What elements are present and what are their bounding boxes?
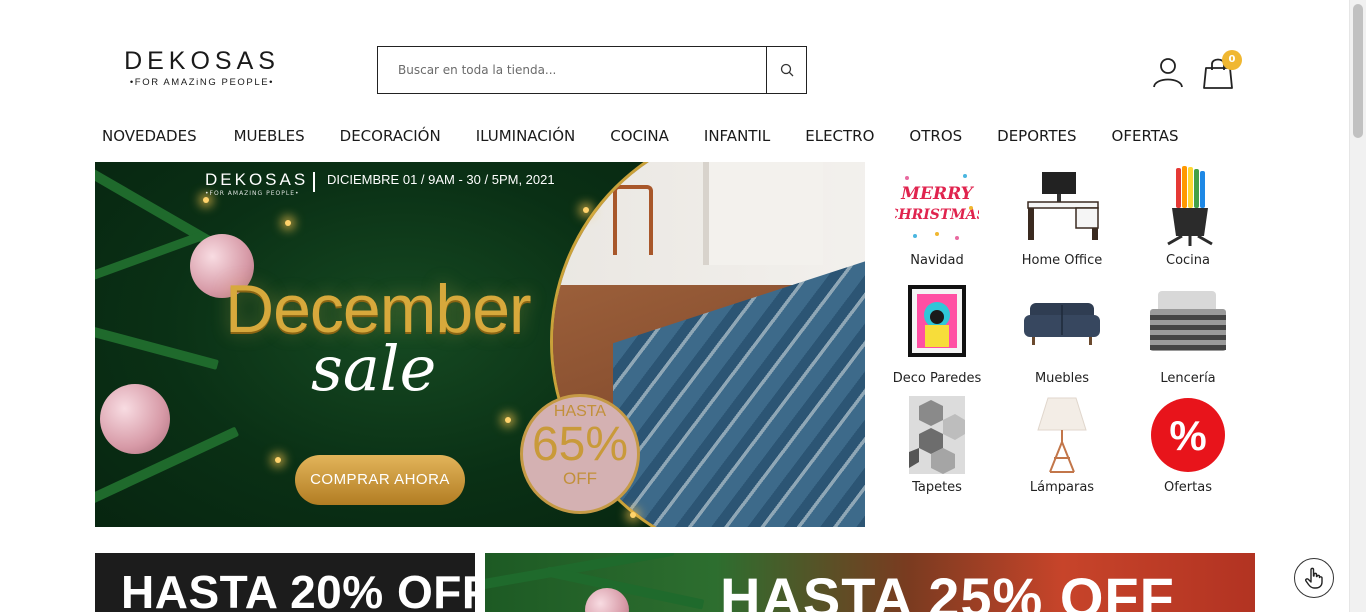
promo-banner-25[interactable]: HASTA 25% OFF — [485, 553, 1255, 612]
promo-text: HASTA 25% OFF — [720, 566, 1175, 612]
desk-icon — [1020, 164, 1104, 248]
hero-brand-logo: DEKOSAS •FOR AMAZING PEOPLE• — [205, 170, 309, 197]
category-tapetes[interactable]: Tapetes — [875, 396, 999, 495]
hero-subtitle: sale — [311, 332, 437, 405]
hero-banner[interactable]: DEKOSAS •FOR AMAZING PEOPLE• DICIEMBRE 0… — [95, 162, 865, 527]
kitchen-utensils-icon — [1146, 164, 1230, 248]
category-navidad[interactable]: MERRY CHRISTMAS Navidad — [875, 164, 999, 268]
lamp-icon — [1020, 396, 1104, 474]
search-icon — [780, 63, 793, 77]
category-ofertas[interactable]: % Ofertas — [1126, 396, 1250, 495]
accessibility-button[interactable] — [1294, 558, 1334, 598]
sparkle — [285, 220, 291, 226]
sparkle — [583, 207, 589, 213]
hero-date-range: DICIEMBRE 01 / 9AM - 30 / 5PM, 2021 — [327, 172, 555, 187]
cart-count-badge: 0 — [1222, 50, 1242, 70]
percent-icon: % — [1146, 396, 1230, 474]
nav-item-electro[interactable]: ELECTRO — [805, 125, 874, 147]
discount-badge: HASTA 65% OFF — [520, 394, 640, 514]
sparkle — [505, 417, 511, 423]
svg-text:CHRISTMAS: CHRISTMAS — [895, 207, 979, 223]
bedding-icon — [1146, 285, 1230, 357]
promo-banner-20[interactable]: HASTA 20% OFF — [95, 553, 475, 612]
sofa-icon — [1020, 285, 1104, 357]
nav-item-iluminacion[interactable]: ILUMINACIÓN — [476, 125, 576, 147]
sparkle — [630, 512, 636, 518]
cart-button[interactable]: 0 — [1202, 50, 1246, 92]
main-navigation: NOVEDADES MUEBLES DECORACIÓN ILUMINACIÓN… — [102, 125, 1179, 147]
category-home-office[interactable]: Home Office — [1000, 164, 1124, 268]
nav-item-ofertas[interactable]: OFERTAS — [1112, 125, 1179, 147]
pointer-hand-icon — [1305, 567, 1323, 589]
logo-tagline: •FOR AMAZiNG PEOPLE• — [129, 77, 275, 88]
nav-item-otros[interactable]: OTROS — [909, 125, 962, 147]
nav-item-muebles[interactable]: MUEBLES — [234, 125, 305, 147]
logo-word: DEKOSAS — [124, 47, 280, 75]
wall-art-icon — [895, 285, 979, 357]
svg-text:MERRY: MERRY — [900, 184, 975, 204]
sparkle — [203, 197, 209, 203]
promo-text: HASTA 20% OFF — [121, 566, 475, 612]
merry-christmas-icon: MERRY CHRISTMAS — [887, 164, 987, 248]
search-button[interactable] — [766, 47, 806, 93]
rug-icon — [895, 396, 979, 474]
buy-now-button[interactable]: COMPRAR AHORA — [295, 455, 465, 505]
category-lenceria[interactable]: Lencería — [1126, 285, 1250, 386]
hero-divider — [313, 172, 315, 192]
nav-item-cocina[interactable]: COCINA — [610, 125, 669, 147]
user-account-icon[interactable] — [1152, 56, 1184, 88]
page-scrollbar[interactable] — [1349, 0, 1366, 612]
category-muebles[interactable]: Muebles — [1000, 285, 1124, 386]
nav-item-novedades[interactable]: NOVEDADES — [102, 125, 197, 147]
search-bar — [377, 46, 807, 94]
category-lamparas[interactable]: Lámparas — [1000, 396, 1124, 495]
search-input[interactable] — [378, 47, 766, 93]
nav-item-infantil[interactable]: INFANTIL — [704, 125, 770, 147]
scrollbar-thumb[interactable] — [1353, 4, 1363, 138]
ornament-ball — [100, 384, 170, 454]
svg-text:%: % — [1169, 412, 1206, 459]
category-deco-paredes[interactable]: Deco Paredes — [875, 285, 999, 386]
category-cocina[interactable]: Cocina — [1126, 164, 1250, 268]
chair-image — [613, 185, 653, 255]
nav-item-deportes[interactable]: DEPORTES — [997, 125, 1076, 147]
sparkle — [275, 457, 281, 463]
site-logo[interactable]: DEKOSAS •FOR AMAZiNG PEOPLE• — [112, 47, 292, 88]
nav-item-decoracion[interactable]: DECORACIÓN — [340, 125, 441, 147]
